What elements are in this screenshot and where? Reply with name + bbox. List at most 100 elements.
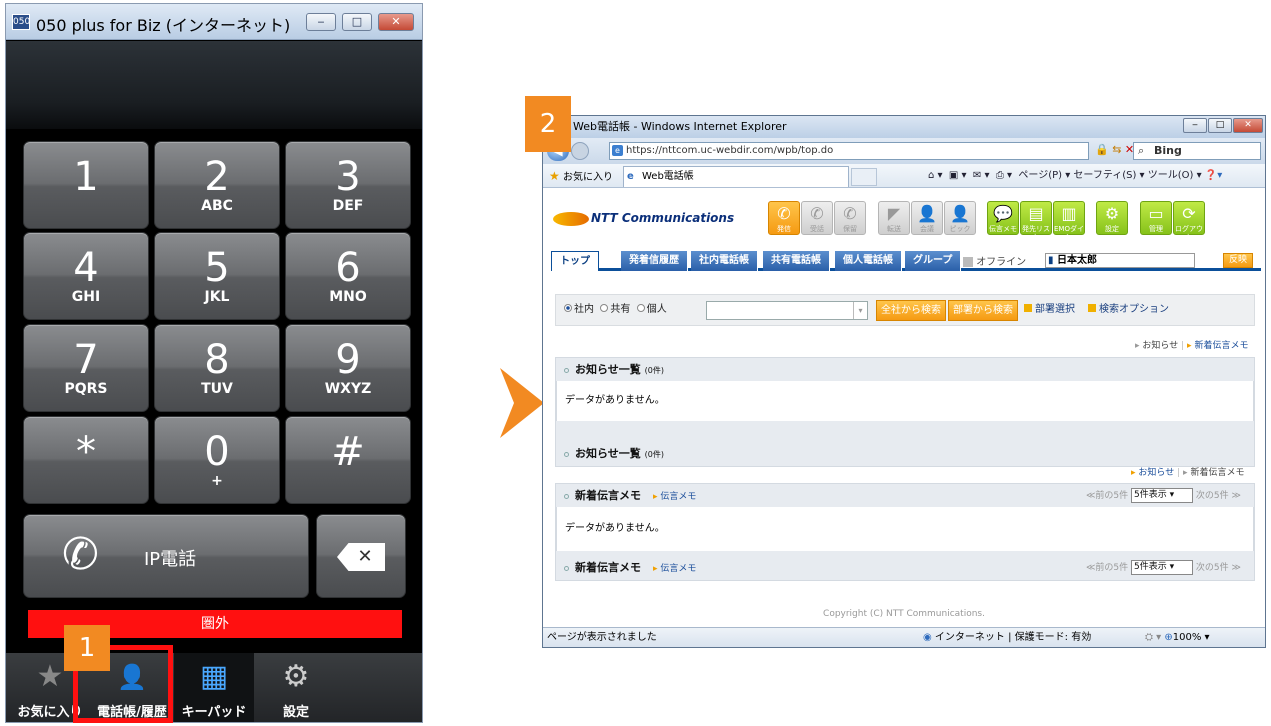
key-1[interactable]: 1: [23, 141, 149, 229]
hold-button[interactable]: ✆ 保留: [834, 201, 866, 235]
key-digit: 4: [73, 245, 99, 291]
radio-personal[interactable]: 個人: [636, 304, 667, 315]
reflect-button[interactable]: 反映: [1223, 253, 1253, 268]
new-tab-button[interactable]: [851, 168, 877, 186]
status-text: ページが表示されました: [547, 632, 657, 643]
key-digit: 7: [73, 337, 99, 383]
key-6[interactable]: 6 MNO: [285, 232, 411, 320]
memo-link[interactable]: 新着伝言メモ: [1194, 341, 1248, 351]
admin-button[interactable]: ▭ 管理: [1140, 201, 1172, 235]
search-options-link[interactable]: 検索オプション: [1088, 295, 1169, 325]
user-name-field[interactable]: ▮ 日本太郎: [1045, 253, 1195, 268]
key-0[interactable]: 0 +: [154, 416, 280, 504]
key-digit: 8: [204, 337, 230, 383]
browser-maximize-button[interactable]: □: [1208, 118, 1232, 133]
prev-page-link[interactable]: ≪前の5件: [1086, 491, 1128, 501]
key-4[interactable]: 4 GHI: [23, 232, 149, 320]
zoom-icon: ⊕: [1164, 632, 1173, 643]
logout-button[interactable]: ⟳ ログアウト: [1173, 201, 1205, 241]
search-combo[interactable]: ▾: [706, 301, 868, 320]
per-page-select[interactable]: 5件表示 ▾: [1131, 488, 1194, 503]
memo-button[interactable]: 💬 伝言メモ: [987, 201, 1019, 235]
browser-minimize-button[interactable]: ‒: [1183, 118, 1207, 133]
tab-group[interactable]: グループ: [905, 251, 962, 271]
notice-link[interactable]: お知らせ: [1142, 341, 1178, 351]
settings-button[interactable]: ⚙ 設定: [1096, 201, 1128, 235]
key-star[interactable]: *: [23, 416, 149, 504]
tab-shared-phonebook[interactable]: 共有電話帳: [763, 251, 830, 271]
presence-icon: [963, 257, 973, 267]
minimize-button[interactable]: ‒: [306, 13, 336, 31]
dept-select-link[interactable]: 部署選択: [1024, 295, 1075, 325]
dial-button[interactable]: ✆ 発信: [768, 201, 800, 235]
tab-personal-phonebook[interactable]: 個人電話帳: [835, 251, 902, 271]
notice-link-2[interactable]: お知らせ: [1138, 468, 1174, 478]
web-phonebook-app: NTT Communications トップ 発着信履歴 社内電話帳 共有電話帳 個人電…: [543, 189, 1265, 619]
radio-internal[interactable]: 社内: [564, 304, 594, 315]
key-digit: #: [331, 429, 365, 475]
key-3[interactable]: 3 DEF: [285, 141, 411, 229]
help-icon[interactable]: ❓▾: [1205, 170, 1222, 181]
ip-call-label: IP電話: [144, 549, 197, 570]
url-input[interactable]: e https://nttcom.uc-webdir.com/wpb/top.d…: [609, 142, 1089, 160]
favorites-button[interactable]: ★ お気に入り: [549, 165, 613, 189]
memo-icon: 💬: [993, 204, 1013, 223]
star-icon: ★: [549, 169, 560, 183]
maximize-button[interactable]: □: [342, 13, 372, 31]
call-list-button[interactable]: ▤ 発先リスト: [1020, 201, 1052, 241]
key-5[interactable]: 5 JKL: [154, 232, 280, 320]
key-9[interactable]: 9 WXYZ: [285, 324, 411, 412]
radio-shared[interactable]: 共有: [600, 304, 630, 315]
per-page-select-2[interactable]: 5件表示 ▾: [1131, 560, 1194, 575]
conference-button[interactable]: 👤 会議: [911, 201, 943, 235]
memo-panel-header: 新着伝言メモ ▸ 伝言メモ: [564, 484, 696, 509]
key-7[interactable]: 7 PQRS: [23, 324, 149, 412]
key-8[interactable]: 8 TUV: [154, 324, 280, 412]
window-title: 050 plus for Biz (インターネット): [36, 16, 291, 35]
memo-pager-bottom: ≪前の5件 5件表示 ▾ 次の5件 ≫: [1086, 557, 1241, 579]
memo-panel-link[interactable]: 伝言メモ: [660, 492, 696, 502]
globe-icon: ◉: [923, 632, 932, 643]
memo-link-2[interactable]: 新着伝言メモ: [1190, 468, 1244, 478]
next-page-link-2[interactable]: 次の5件 ≫: [1196, 563, 1241, 573]
browser-tab[interactable]: e Web電話帳: [623, 166, 849, 187]
forward-icon[interactable]: [571, 142, 589, 160]
backspace-button[interactable]: ✕: [316, 514, 406, 598]
keypad-icon: ▦: [199, 659, 229, 694]
key-digit: 1: [73, 154, 99, 200]
emo-dial-button[interactable]: ▥ EMOダイン: [1053, 201, 1085, 241]
ip-call-button[interactable]: ✆ IP電話: [23, 514, 309, 598]
answer-icon: ✆: [810, 204, 824, 223]
tab-call-history[interactable]: 発着信履歴: [621, 251, 688, 271]
pickup-button[interactable]: 👤 ピック: [944, 201, 976, 235]
browser-close-button[interactable]: ✕: [1233, 118, 1263, 133]
key-digit: 2: [204, 154, 230, 200]
key-hash[interactable]: #: [285, 416, 411, 504]
feeds-icon[interactable]: ▣ ▾: [949, 170, 967, 181]
search-dept-button[interactable]: 部署から検索: [948, 300, 1018, 321]
browser-window: Web電話帳 - Windows Internet Explorer ‒ □ ✕…: [542, 115, 1266, 648]
star-icon: ★: [36, 659, 64, 694]
tab-top[interactable]: トップ: [551, 251, 599, 271]
prev-page-link-2[interactable]: ≪前の5件: [1086, 563, 1128, 573]
mail-icon[interactable]: ✉ ▾: [973, 170, 990, 181]
tab-internal-phonebook[interactable]: 社内電話帳: [691, 251, 758, 271]
lock-refresh-stop-icons[interactable]: 🔒 ⇆ ✕: [1095, 143, 1134, 156]
tab-keypad[interactable]: ▦ キーパッド: [174, 653, 254, 722]
browser-title-bar: Web電話帳 - Windows Internet Explorer ‒ □ ✕: [543, 116, 1265, 138]
command-bar[interactable]: ⌂ ▾ ▣ ▾ ✉ ▾ ⎙ ▾ ページ(P) ▾ セーフティ(S) ▾ ツール(…: [928, 165, 1222, 187]
tab-settings[interactable]: ⚙ 設定: [256, 653, 336, 722]
search-input[interactable]: ⌕ Bing: [1133, 142, 1261, 160]
answer-button[interactable]: ✆ 受話: [801, 201, 833, 235]
search-all-button[interactable]: 全社から検索: [876, 300, 946, 321]
close-button[interactable]: ✕: [378, 13, 414, 31]
next-page-link[interactable]: 次の5件 ≫: [1196, 491, 1241, 501]
key-2[interactable]: 2 ABC: [154, 141, 280, 229]
scope-radios: 社内 共有 個人: [564, 295, 667, 325]
home-icon[interactable]: ⌂ ▾: [928, 170, 943, 181]
browser-title: Web電話帳 - Windows Internet Explorer: [573, 120, 787, 133]
zoom-control[interactable]: ⛭ ▾ ⊕100% ▾: [1145, 628, 1210, 647]
memo-panel-link-2[interactable]: 伝言メモ: [660, 564, 696, 574]
print-icon[interactable]: ⎙ ▾: [996, 170, 1012, 181]
transfer-button[interactable]: ◤ 転送: [878, 201, 910, 235]
